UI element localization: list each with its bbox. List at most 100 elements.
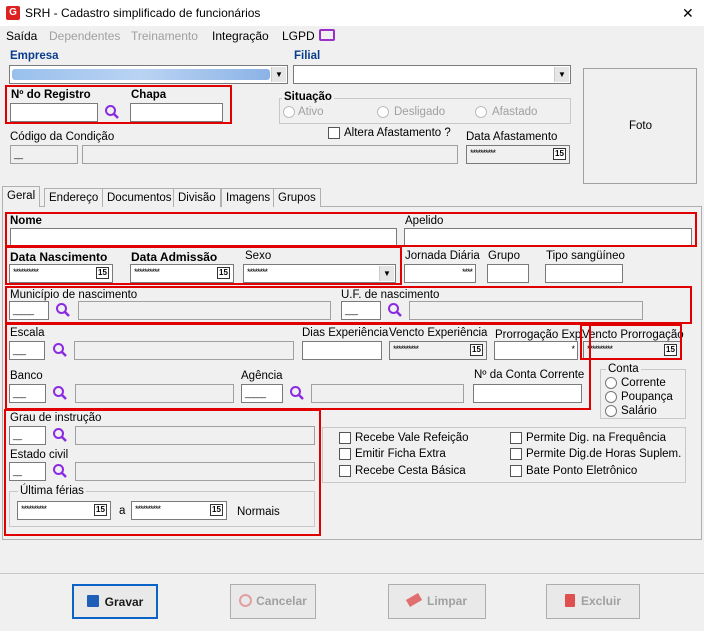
foto-frame[interactable]: Foto (583, 68, 697, 184)
registro-input[interactable] (10, 103, 98, 122)
escala-label: Escala (10, 327, 45, 339)
estado-civil-code-input[interactable]: __ (9, 462, 46, 481)
prorrogacao-input[interactable]: * (494, 341, 578, 360)
tipo-sanguineo-input[interactable] (545, 264, 623, 283)
estado-civil-desc (75, 462, 315, 481)
filial-combo[interactable]: ▼ (293, 65, 571, 84)
checkbox-vale-refeicao[interactable] (339, 432, 351, 444)
window-title: SRH - Cadastro simplificado de funcionár… (25, 6, 261, 20)
agencia-value: _____ (245, 388, 266, 398)
checkbox-dig-horas[interactable] (510, 448, 522, 460)
menu-saida[interactable]: Saída (6, 29, 37, 43)
limpar-button[interactable]: Limpar (388, 584, 486, 619)
search-icon[interactable] (52, 427, 68, 443)
jornada-value: **** (461, 267, 473, 277)
checkbox-ficha-extra[interactable] (339, 448, 351, 460)
chevron-down-icon[interactable]: ▼ (554, 67, 569, 82)
tab-geral[interactable]: Geral (2, 186, 41, 207)
search-icon[interactable] (387, 302, 403, 318)
search-icon[interactable] (289, 385, 305, 401)
radio-corrente[interactable] (605, 377, 617, 389)
radio-desligado[interactable] (377, 106, 389, 118)
radio-corrente-label: Corrente (621, 377, 666, 389)
calendar-icon[interactable]: 15 (217, 267, 230, 279)
checkbox-cesta-basica[interactable] (339, 465, 351, 477)
excluir-button[interactable]: Excluir (546, 584, 640, 619)
radio-poupanca[interactable] (605, 391, 617, 403)
close-icon[interactable]: ✕ (682, 5, 694, 22)
data-nascimento-input[interactable]: ********** 15 (9, 264, 113, 283)
calendar-icon[interactable]: 15 (96, 267, 109, 279)
chevron-down-icon[interactable]: ▼ (379, 266, 394, 281)
menu-integracao[interactable]: Integração (212, 29, 269, 43)
search-icon[interactable] (55, 302, 71, 318)
menu-treinamento[interactable]: Treinamento (131, 29, 198, 43)
calendar-icon[interactable]: 15 (553, 148, 566, 160)
search-icon[interactable] (52, 385, 68, 401)
tab-divisao[interactable]: Divisão (173, 188, 221, 207)
ferias-a-label: a (119, 505, 126, 517)
tab-grupos[interactable]: Grupos (273, 188, 321, 207)
chevron-down-icon[interactable]: ▼ (271, 67, 286, 82)
search-icon[interactable] (104, 104, 120, 120)
data-admissao-label: Data Admissão (131, 250, 218, 264)
agencia-code-input[interactable]: _____ (241, 384, 283, 403)
vencto-experiencia-input[interactable]: ********** 15 (389, 341, 487, 360)
vencto-prorrogacao-input[interactable]: ********** 15 (583, 341, 681, 360)
menu-lgpd[interactable]: LGPD (282, 29, 315, 43)
municipio-code-input[interactable]: _____ (9, 301, 49, 320)
calendar-icon[interactable]: 15 (470, 344, 483, 356)
menu-dependentes[interactable]: Dependentes (49, 29, 120, 43)
agencia-label: Agência (241, 370, 283, 382)
gravar-button[interactable]: Gravar (72, 584, 158, 619)
sexo-combo[interactable]: ******** ▼ (243, 264, 396, 283)
apelido-input[interactable] (404, 228, 692, 246)
empresa-combo[interactable]: ▼ (9, 65, 288, 84)
data-admissao-input[interactable]: ********** 15 (130, 264, 234, 283)
cancelar-button[interactable]: Cancelar (230, 584, 316, 619)
ferias-status: Normais (237, 506, 280, 518)
monitor-icon[interactable] (319, 29, 335, 41)
chapa-input[interactable] (130, 103, 223, 122)
search-icon[interactable] (52, 342, 68, 358)
radio-salario-label: Salário (621, 405, 657, 417)
prorrogacao-value: * (571, 344, 574, 354)
checkbox-ponto-eletronico[interactable] (510, 465, 522, 477)
sexo-value: ******** (247, 267, 268, 277)
data-afastamento-input[interactable]: ********** 15 (466, 145, 570, 164)
checkbox-dig-frequencia[interactable] (510, 432, 522, 444)
grupo-input[interactable] (487, 264, 529, 283)
codigo-condicao-input[interactable]: __ (10, 145, 78, 164)
nome-input[interactable] (10, 228, 397, 246)
tab-endereco[interactable]: Endereço (44, 188, 104, 207)
tab-imagens[interactable]: Imagens (221, 188, 276, 207)
escala-code-input[interactable]: ___ (9, 341, 45, 360)
uf-code-input[interactable]: ___ (341, 301, 381, 320)
banco-value: ___ (13, 388, 26, 398)
radio-afastado[interactable] (475, 106, 487, 118)
estado-civil-value: __ (13, 466, 22, 476)
prorrogacao-label: Prorrogação Exp. (495, 329, 585, 341)
checkbox-ponto-eletronico-label: Bate Ponto Eletrônico (526, 465, 638, 477)
calendar-icon[interactable]: 15 (664, 344, 677, 356)
grau-code-input[interactable]: __ (9, 426, 46, 445)
radio-salario[interactable] (605, 405, 617, 417)
ferias-fim-input[interactable]: ********** 15 (131, 501, 227, 520)
tab-documentos[interactable]: Documentos (102, 188, 177, 207)
jornada-input[interactable]: **** (404, 264, 476, 283)
conta-corrente-input[interactable] (473, 384, 582, 403)
search-icon[interactable] (52, 463, 68, 479)
calendar-icon[interactable]: 15 (210, 504, 223, 516)
altera-afastamento-checkbox[interactable] (328, 127, 340, 139)
ferias-inicio-input[interactable]: ********** 15 (17, 501, 111, 520)
dias-experiencia-input[interactable] (302, 341, 382, 360)
banco-code-input[interactable]: ___ (9, 384, 46, 403)
municipio-desc (78, 301, 331, 320)
sexo-label: Sexo (245, 250, 272, 262)
radio-ativo-label: Ativo (298, 106, 324, 118)
situacao-label: Situação (282, 91, 334, 103)
data-nascimento-value: ********** (13, 267, 39, 277)
calendar-icon[interactable]: 15 (94, 504, 107, 516)
data-afastamento-label: Data Afastamento (466, 131, 558, 143)
radio-ativo[interactable] (283, 106, 295, 118)
